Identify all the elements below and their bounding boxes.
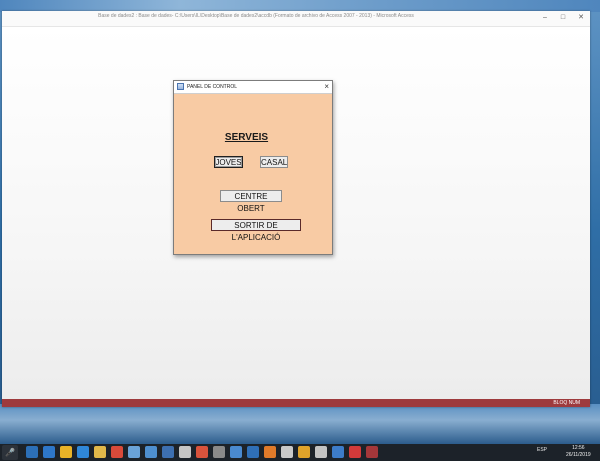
- mail-icon[interactable]: [43, 446, 55, 458]
- chrome-icon[interactable]: [60, 446, 72, 458]
- form-icon: [177, 83, 184, 90]
- app-icon-10[interactable]: [179, 446, 191, 458]
- centre-obert-button[interactable]: CENTRE OBERT: [220, 190, 282, 213]
- app-icon-18[interactable]: [315, 446, 327, 458]
- app-icon-9[interactable]: [162, 446, 174, 458]
- control-panel-form: PANEL DE CONTROL × SERVEIS JOVES CASAL C…: [173, 80, 333, 255]
- edge-icon[interactable]: [77, 446, 89, 458]
- chrome-alt-icon[interactable]: [111, 446, 123, 458]
- services-heading: SERVEIS: [224, 132, 269, 143]
- status-bloq-num: BLOQ NUM: [553, 400, 580, 406]
- status-bar: BLOQ NUM: [2, 399, 590, 407]
- form-title: PANEL DE CONTROL: [187, 84, 238, 90]
- clock-date: 26/11/2019: [566, 452, 591, 458]
- form-close-button[interactable]: ×: [324, 81, 329, 93]
- close-icon[interactable]: ✕: [572, 11, 590, 25]
- app-icon-11[interactable]: [196, 446, 208, 458]
- access-icon[interactable]: [366, 446, 378, 458]
- casal-button[interactable]: CASAL: [260, 156, 288, 168]
- app-icon-15[interactable]: [264, 446, 276, 458]
- app-icon-20[interactable]: [349, 446, 361, 458]
- app-icon-16[interactable]: [281, 446, 293, 458]
- file-explorer-icon[interactable]: [94, 446, 106, 458]
- microphone-icon[interactable]: 🎤: [2, 445, 18, 460]
- clock-time: 12:56: [572, 445, 585, 451]
- window-titlebar[interactable]: Base de dades2 : Base de dades- C:\Users…: [2, 11, 590, 26]
- form-titlebar[interactable]: PANEL DE CONTROL ×: [174, 81, 332, 94]
- window-title: Base de dades2 : Base de dades- C:\Users…: [98, 13, 414, 19]
- cortana-icon[interactable]: [26, 446, 38, 458]
- desktop-sea: [0, 404, 600, 444]
- clock[interactable]: 12:56 26/11/2019: [566, 445, 591, 459]
- minimize-icon[interactable]: –: [536, 11, 554, 25]
- maximize-icon[interactable]: □: [554, 11, 572, 25]
- app-icon-12[interactable]: [213, 446, 225, 458]
- app-icon-7[interactable]: [128, 446, 140, 458]
- app-icon-13[interactable]: [230, 446, 242, 458]
- app-icon-8[interactable]: [145, 446, 157, 458]
- app-icon-19[interactable]: [332, 446, 344, 458]
- language-indicator[interactable]: ESP: [537, 447, 547, 453]
- app-icon-17[interactable]: [298, 446, 310, 458]
- taskbar: 🎤 ESP 12:56 26/11/2019: [0, 444, 600, 461]
- app-icon-14[interactable]: [247, 446, 259, 458]
- joves-button[interactable]: JOVES: [214, 156, 243, 168]
- exit-application-button[interactable]: SORTIR DE L'APLICACIÓ: [211, 219, 301, 242]
